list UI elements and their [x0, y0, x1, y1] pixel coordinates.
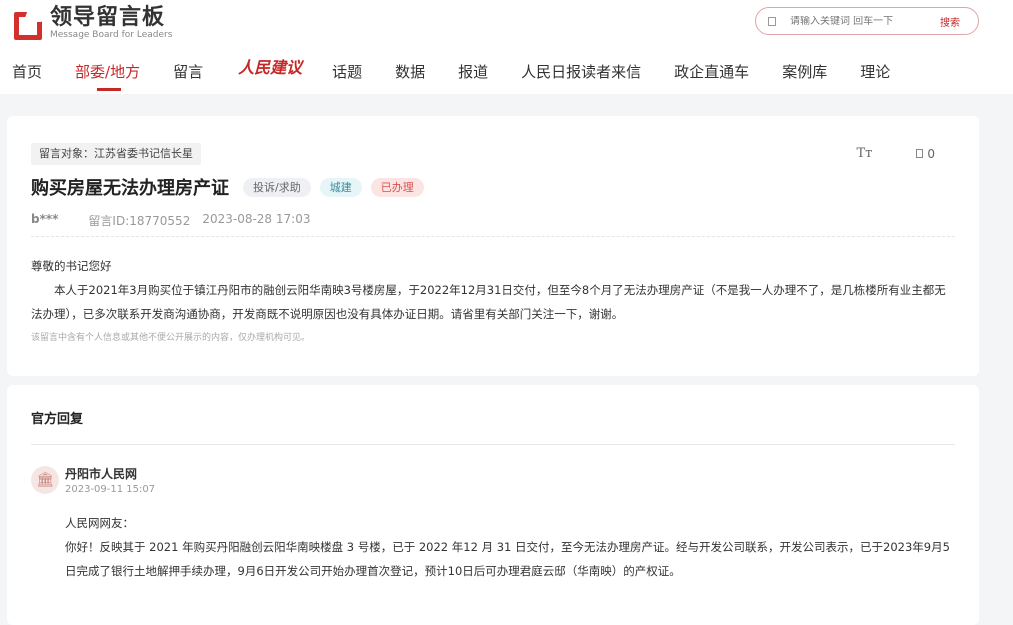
nav-reports[interactable]: 报道: [458, 60, 488, 90]
nav-message[interactable]: 留言: [173, 60, 203, 90]
message-meta: b*** 留言ID:18770552 2023-08-28 17:03: [31, 212, 310, 229]
message-author: b***: [31, 212, 59, 226]
reply-heading: 官方回复: [31, 412, 84, 427]
search-icon: [768, 16, 776, 26]
search-input[interactable]: [790, 15, 930, 27]
tag-status: 已办理: [370, 177, 424, 197]
like-icon: [916, 149, 924, 158]
nav-reader-letters[interactable]: 人民日报读者来信: [521, 60, 641, 90]
message-id: 留言ID:18770552: [88, 214, 191, 228]
message-tools: Tт 0: [856, 146, 935, 161]
message-datetime: 2023-08-28 17:03: [202, 212, 311, 226]
tag-category: 投诉/求助: [243, 177, 311, 197]
message-greeting: 尊敬的书记您好: [31, 259, 112, 273]
nav-enterprise[interactable]: 政企直通车: [674, 60, 749, 90]
main-nav: 首页 部委/地方 留言 人民建议 话题 数据 报道 人民日报读者来信 政企直通车…: [12, 58, 923, 91]
logo-subtitle: Message Board for Leaders: [50, 30, 173, 40]
message-content: 本人于2021年3月购买位于镇江丹阳市的融创云阳华南映3号楼房屋，于2022年1…: [31, 283, 946, 321]
message-title: 购买房屋无法办理房产证: [31, 178, 229, 199]
nav-people-suggestions[interactable]: 人民建议: [238, 56, 302, 86]
reply-card: 官方回复 🏛 丹阳市人民网 2023-09-11 15:07 人民网网友： 你好…: [7, 385, 979, 625]
privacy-note: 该留言中含有个人信息或其他不便公开展示的内容，仅办理机构可见。: [31, 333, 311, 343]
search-box: 搜索: [755, 7, 979, 35]
reply-body: 人民网网友： 你好！反映其于 2021 年购买丹阳融创云阳华南映楼盘 3 号楼，…: [65, 511, 957, 583]
like-button[interactable]: 0: [916, 147, 935, 161]
reply-salutation: 人民网网友：: [65, 516, 134, 530]
nav-case-library[interactable]: 案例库: [782, 60, 827, 90]
reply-org-name: 丹阳市人民网: [65, 467, 138, 481]
reply-time: 2023-09-11 15:07: [65, 484, 156, 495]
font-size-icon[interactable]: Tт: [856, 146, 872, 161]
logo-title: 领导留言板: [50, 5, 166, 30]
nav-ministries-local[interactable]: 部委/地方: [75, 60, 140, 91]
divider: [31, 444, 955, 445]
nav-home[interactable]: 首页: [12, 60, 42, 90]
search-button[interactable]: 搜索: [940, 14, 960, 29]
nav-topics[interactable]: 话题: [332, 60, 362, 90]
message-card: 留言对象：江苏省委书记信长星 Tт 0 购买房屋无法办理房产证 投诉/求助 城建…: [7, 116, 979, 376]
like-count: 0: [927, 146, 935, 161]
top-header: 领导留言板 Message Board for Leaders 搜索 首页 部委…: [0, 0, 1013, 94]
reply-content: 你好！反映其于 2021 年购买丹阳融创云阳华南映楼盘 3 号楼，已于 2022…: [65, 540, 950, 578]
message-target: 留言对象：江苏省委书记信长星: [31, 143, 201, 165]
divider: [31, 236, 955, 237]
title-row: 购买房屋无法办理房产证 投诉/求助 城建 已办理: [31, 174, 433, 200]
message-body: 尊敬的书记您好 本人于2021年3月购买位于镇江丹阳市的融创云阳华南映3号楼房屋…: [31, 254, 957, 326]
nav-theory[interactable]: 理论: [860, 60, 890, 90]
logo-icon: [12, 7, 47, 40]
tag-domain: 城建: [319, 177, 362, 197]
government-building-icon: 🏛: [31, 466, 59, 494]
site-logo[interactable]: 领导留言板 Message Board for Leaders: [12, 6, 172, 41]
nav-data[interactable]: 数据: [395, 60, 425, 90]
